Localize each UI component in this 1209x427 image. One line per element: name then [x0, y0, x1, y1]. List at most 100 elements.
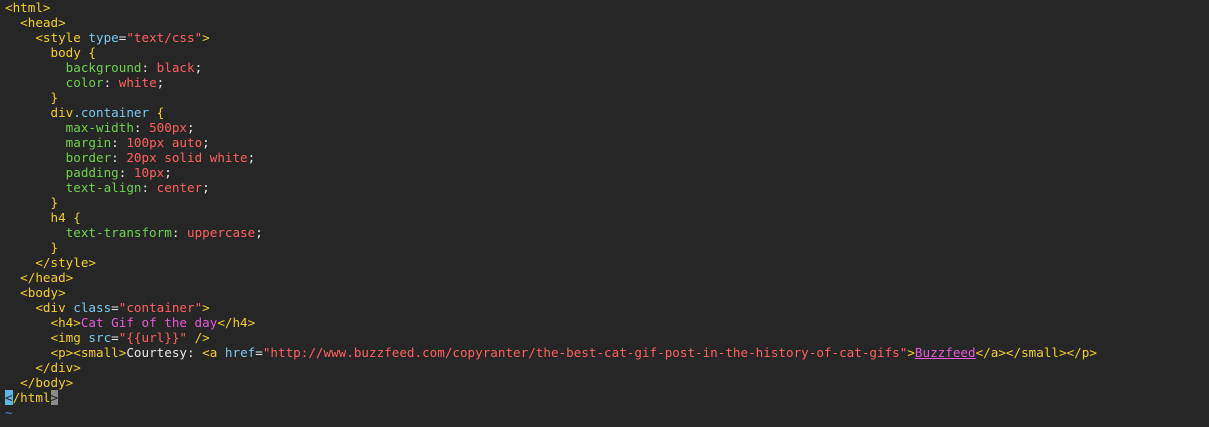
code-token: </div> — [5, 360, 81, 375]
code-token: padding — [5, 165, 119, 180]
code-token: ~ — [5, 405, 13, 420]
code-token: 500px — [149, 120, 187, 135]
code-token: ; — [187, 120, 195, 135]
code-token: black — [156, 60, 195, 75]
code-token: = — [255, 345, 263, 360]
code-token: text-align — [5, 180, 142, 195]
code-token: : — [171, 225, 187, 240]
code-line[interactable]: div.container { — [5, 105, 1205, 120]
text-cursor: < — [5, 390, 13, 405]
code-token: h4 { — [5, 210, 81, 225]
code-token: <head> — [5, 15, 66, 30]
code-token: <h4> — [5, 315, 81, 330]
code-token: /> — [187, 330, 210, 345]
code-line[interactable]: background: black; — [5, 60, 1205, 75]
code-token: type — [88, 30, 119, 45]
code-token: ; — [247, 150, 256, 165]
code-token: .container — [73, 105, 150, 120]
code-token: ; — [255, 225, 263, 240]
code-token: class — [73, 300, 112, 315]
code-token: border — [5, 150, 112, 165]
code-line[interactable]: </html> — [5, 390, 1205, 405]
code-token: </head> — [5, 270, 74, 285]
code-line[interactable]: </head> — [5, 270, 1205, 285]
code-token: 20px solid white — [126, 150, 248, 165]
code-token: </body> — [5, 375, 74, 390]
code-token: Cat Gif of the day — [80, 315, 218, 330]
code-line[interactable]: body { — [5, 45, 1205, 60]
code-token: href — [224, 345, 256, 360]
code-line[interactable]: h4 { — [5, 210, 1205, 225]
code-line[interactable]: } — [5, 90, 1205, 105]
code-token: "{{url}}" — [118, 330, 187, 345]
code-token: <body> — [5, 285, 66, 300]
code-token: : — [103, 75, 119, 90]
code-token: white — [118, 75, 157, 90]
code-token: "container" — [118, 300, 203, 315]
code-line[interactable]: </div> — [5, 360, 1205, 375]
code-line[interactable]: <h4>Cat Gif of the day</h4> — [5, 315, 1205, 330]
code-token: : — [111, 150, 127, 165]
code-token: text-transform — [5, 225, 172, 240]
code-line[interactable]: margin: 100px auto; — [5, 135, 1205, 150]
code-line[interactable]: } — [5, 195, 1205, 210]
code-token: > — [907, 345, 915, 360]
code-line[interactable]: padding: 10px; — [5, 165, 1205, 180]
code-line[interactable]: color: white; — [5, 75, 1205, 90]
empty-line-marker[interactable]: ~ — [5, 405, 1205, 420]
code-token: } — [5, 195, 59, 210]
code-token: max-width — [5, 120, 134, 135]
code-token: <html> — [5, 0, 51, 15]
code-line[interactable]: text-transform: uppercase; — [5, 225, 1205, 240]
code-line[interactable]: <body> — [5, 285, 1205, 300]
code-token: } — [5, 90, 59, 105]
code-token: uppercase — [186, 225, 256, 240]
code-token: color — [5, 75, 104, 90]
code-token: </style> — [5, 255, 96, 270]
code-line[interactable]: <img src="{{url}}" /> — [5, 330, 1205, 345]
code-token: ; — [202, 135, 210, 150]
code-token: : — [141, 60, 157, 75]
code-token: </a></small></p> — [975, 345, 1097, 360]
code-line[interactable]: <div class="container"> — [5, 300, 1205, 315]
code-token: </h4> — [217, 315, 256, 330]
code-token: : — [133, 120, 150, 135]
code-token: ; — [164, 165, 172, 180]
code-token: ; — [202, 180, 210, 195]
code-line[interactable]: max-width: 500px; — [5, 120, 1205, 135]
code-line[interactable]: </style> — [5, 255, 1205, 270]
code-token: ; — [156, 75, 165, 90]
code-token: : — [111, 135, 127, 150]
code-token: = — [111, 300, 119, 315]
code-token: > — [202, 300, 210, 315]
code-token: <style — [5, 30, 89, 45]
code-line[interactable]: } — [5, 240, 1205, 255]
code-line[interactable]: <html> — [5, 0, 1205, 15]
code-token: background — [5, 60, 142, 75]
code-line[interactable]: <head> — [5, 15, 1205, 30]
code-editor[interactable]: <html> <head> <style type="text/css"> bo… — [5, 0, 1205, 420]
code-line[interactable]: text-align: center; — [5, 180, 1205, 195]
code-token: <img — [5, 330, 89, 345]
code-token: center — [156, 180, 203, 195]
code-token: /html — [12, 390, 51, 405]
code-token: ; — [194, 60, 203, 75]
code-token: src — [88, 330, 112, 345]
code-token: } — [5, 240, 59, 255]
code-token: { — [149, 105, 165, 120]
code-token: Courtesy: — [126, 345, 203, 360]
code-token: : — [118, 165, 134, 180]
code-token: = — [111, 330, 119, 345]
code-token: "text/css" — [126, 30, 203, 45]
code-token: 100px auto — [126, 135, 203, 150]
code-token: <div — [5, 300, 74, 315]
code-line[interactable]: </body> — [5, 375, 1205, 390]
code-token: 10px — [133, 165, 165, 180]
code-token: margin — [5, 135, 112, 150]
code-line[interactable]: <style type="text/css"> — [5, 30, 1205, 45]
code-token: div — [5, 105, 74, 120]
code-token: > — [50, 390, 59, 405]
code-line[interactable]: border: 20px solid white; — [5, 150, 1205, 165]
code-line[interactable]: <p><small>Courtesy: <a href="http://www.… — [5, 345, 1205, 360]
code-token: <a — [202, 345, 225, 360]
